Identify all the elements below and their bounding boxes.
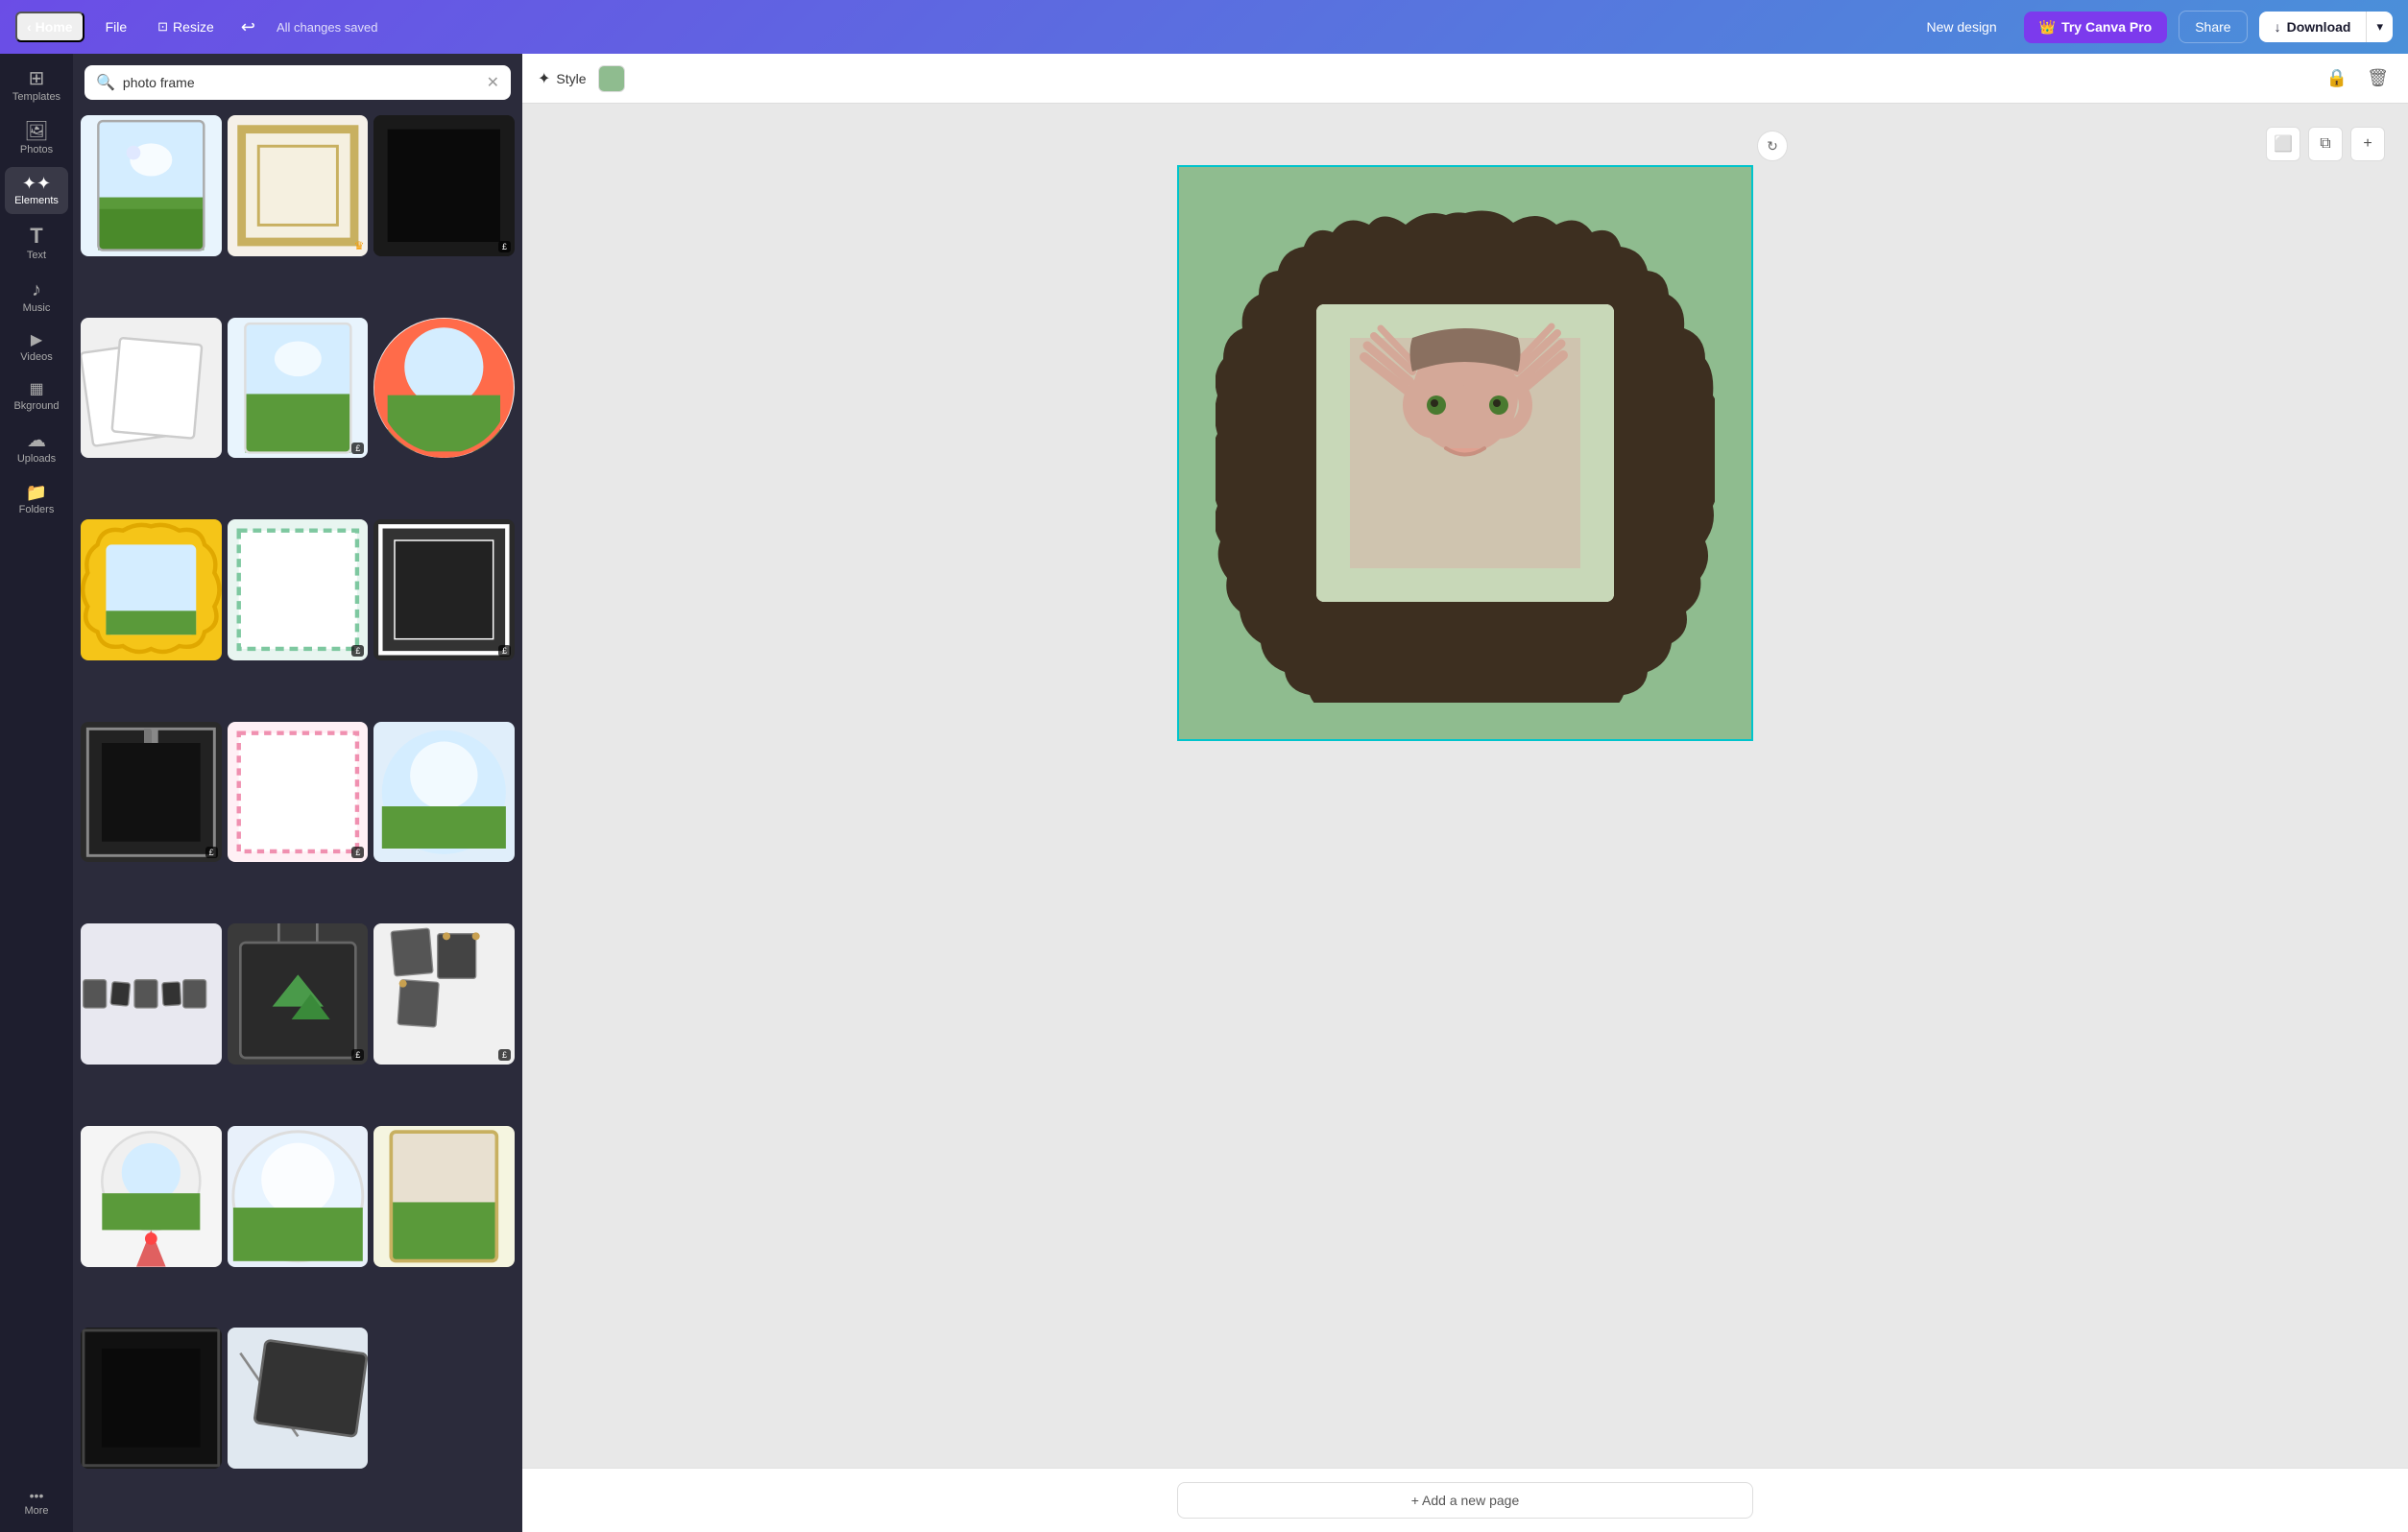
videos-icon: ▶ [31,333,42,348]
new-design-button[interactable]: New design [1911,12,2011,42]
clear-search-button[interactable]: ✕ [487,73,499,92]
style-magic-icon: ✦ [538,69,550,88]
add-button[interactable]: + [2350,127,2385,161]
list-item[interactable] [373,1126,515,1267]
canvas-wrapper: ↻ [1177,165,1753,741]
pro-badge: ♛ [354,239,365,252]
list-item[interactable] [81,519,222,660]
list-item[interactable] [373,318,515,459]
home-button[interactable]: ‹ Home [15,12,84,42]
sidebar-item-photos[interactable]: 🖼 Photos [5,114,68,163]
download-button[interactable]: ↓ Download [2259,12,2367,42]
save-status: All changes saved [277,20,378,35]
list-item[interactable] [81,115,222,256]
list-item[interactable] [81,318,222,459]
price-badge: £ [351,847,364,858]
elements-grid: ♛ £ [73,108,522,1532]
list-item[interactable]: £ [373,115,515,256]
sidebar-item-more[interactable]: ••• More [5,1481,68,1524]
more-icon: ••• [30,1489,44,1502]
list-item[interactable]: £ [228,923,369,1065]
price-badge: £ [498,645,511,657]
price-badge: £ [351,1049,364,1061]
resize-button[interactable]: ⊡ Resize [148,13,224,40]
list-item[interactable] [228,1126,369,1267]
delete-button[interactable]: 🗑 [2363,64,2393,92]
price-badge: £ [351,443,364,454]
top-nav: ‹ Home File ⊡ Resize ↩ All changes saved… [0,0,2408,54]
try-pro-button[interactable]: 👑 Try Canva Pro [2024,12,2168,43]
trash-icon: 🗑 [2367,68,2389,88]
photo-frame[interactable] [1216,203,1715,703]
color-swatch[interactable] [598,65,625,92]
templates-icon: ⊞ [29,69,45,88]
copy-button[interactable]: ⧉ [2308,127,2343,161]
plus-icon: + [2363,135,2372,153]
frame-icon: ⬜ [2274,134,2293,154]
search-bar: 🔍 ✕ [73,54,522,108]
search-icon: 🔍 [96,73,115,92]
music-icon: ♪ [32,280,41,299]
sidebar-item-uploads[interactable]: ☁ Uploads [5,423,68,472]
background-icon: ▦ [29,382,43,397]
list-item[interactable]: £ [228,519,369,660]
canvas-toolbar: ✦ Style 🔒 🗑 [522,54,2408,104]
file-menu-button[interactable]: File [96,13,137,40]
lock-button[interactable]: 🔒 [2323,64,2351,92]
share-button[interactable]: Share [2179,11,2247,43]
lock-icon: 🔒 [2326,68,2348,88]
sidebar-item-templates[interactable]: ⊞ Templates [5,61,68,110]
sidebar-item-videos[interactable]: ▶ Videos [5,325,68,371]
list-item[interactable] [228,1328,369,1469]
list-item[interactable]: £ [228,318,369,459]
rotate-handle[interactable]: ↻ [1757,131,1788,161]
duplicate-frame-button[interactable]: ⬜ [2266,127,2300,161]
sidebar-item-music[interactable]: ♪ Music [5,273,68,322]
sidebar-item-background[interactable]: ▦ Bkground [5,374,68,419]
list-item[interactable] [81,1126,222,1267]
download-icon: ↓ [2275,19,2281,35]
canvas-scroll[interactable]: ⬜ ⧉ + ↻ [522,104,2408,1468]
elements-icon: ✦✦ [22,175,51,192]
price-badge: £ [498,241,511,252]
chevron-left-icon: ‹ [27,19,32,35]
add-page-bar: + Add a new page [522,1468,2408,1532]
main-layout: ⊞ Templates 🖼 Photos ✦✦ Elements T Text … [0,54,2408,1532]
download-caret-button[interactable]: ▾ [2366,12,2393,42]
left-sidebar: ⊞ Templates 🖼 Photos ✦✦ Elements T Text … [0,54,73,1532]
list-item[interactable] [373,722,515,863]
list-item[interactable] [81,1328,222,1469]
list-item[interactable]: ♛ [228,115,369,256]
resize-icon: ⊡ [157,19,168,35]
crown-icon: 👑 [2039,19,2056,36]
sidebar-item-text[interactable]: T Text [5,218,68,269]
uploads-icon: ☁ [27,431,46,450]
canvas-top-actions: ⬜ ⧉ + [2266,127,2385,161]
decorative-frame-svg [1216,203,1715,703]
list-item[interactable]: £ [81,722,222,863]
photos-icon: 🖼 [24,122,48,141]
price-badge: £ [498,1049,511,1061]
copy-icon: ⧉ [2320,135,2330,153]
canvas-area: ✦ Style 🔒 🗑 ⬜ ⧉ + [522,54,2408,1532]
list-item[interactable]: £ [373,519,515,660]
add-page-button[interactable]: + Add a new page [1177,1482,1753,1519]
list-item[interactable]: £ [228,722,369,863]
canvas-frame[interactable] [1177,165,1753,741]
list-item[interactable]: £ [373,923,515,1065]
folders-icon: 📁 [26,484,47,501]
search-input[interactable] [123,75,479,90]
elements-panel: 🔍 ✕ [73,54,522,1532]
sidebar-item-folders[interactable]: 📁 Folders [5,476,68,523]
style-label: Style [556,71,586,86]
price-badge: £ [351,645,364,657]
sidebar-item-elements[interactable]: ✦✦ Elements [5,167,68,214]
price-badge: £ [205,847,218,858]
text-icon: T [30,226,42,247]
list-item[interactable] [81,923,222,1065]
chevron-down-icon: ▾ [2376,19,2383,34]
undo-button[interactable]: ↩ [235,12,261,43]
